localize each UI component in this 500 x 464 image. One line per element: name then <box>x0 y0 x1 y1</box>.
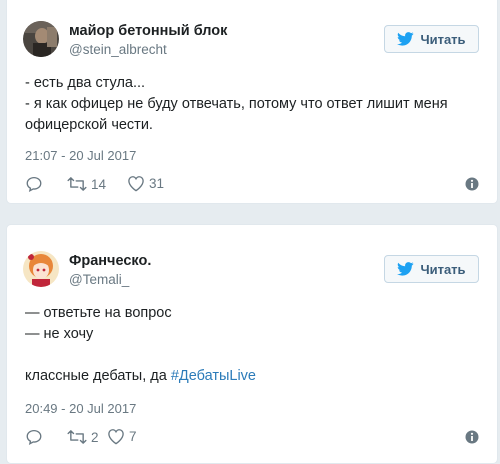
retweet-icon <box>67 177 87 191</box>
twitter-bird-icon <box>397 262 415 276</box>
tweet-text-line: — не хочу <box>25 326 94 342</box>
tweet-text-fragment: классные дебаты, да <box>25 368 171 384</box>
info-button[interactable] <box>465 177 479 196</box>
info-icon <box>465 177 479 191</box>
tweet-text: — ответьте на вопрос — не хочу классные … <box>25 303 479 387</box>
avatar[interactable] <box>23 251 59 287</box>
tweet-text-line: - есть два стула... <box>25 75 146 91</box>
tweet-text-spacer <box>25 345 479 366</box>
reply-button[interactable] <box>25 428 43 446</box>
follow-button[interactable]: Читать <box>384 25 479 53</box>
user-handle[interactable]: @stein_albrecht <box>69 42 167 57</box>
like-count: 7 <box>129 429 137 444</box>
follow-button-label: Читать <box>420 261 466 277</box>
like-button[interactable]: 31 <box>127 175 164 192</box>
heart-icon <box>128 176 144 192</box>
reply-button[interactable] <box>25 175 43 193</box>
reply-icon <box>26 429 42 446</box>
like-count: 31 <box>149 176 165 191</box>
follow-button[interactable]: Читать <box>384 255 479 283</box>
tweet-text-line: — ответьте на вопрос <box>25 305 172 321</box>
avatar[interactable] <box>23 21 59 57</box>
tweet-text: - есть два стула... - я как офицер не бу… <box>25 73 479 136</box>
display-name[interactable]: Франческо. <box>69 253 151 269</box>
tweet-timestamp[interactable]: 21:07 - 20 Jul 2017 <box>25 148 136 163</box>
heart-icon <box>108 429 124 445</box>
tweet-actions: 14 31 <box>25 175 479 195</box>
display-name[interactable]: майор бетонный блок <box>69 23 227 39</box>
retweet-count: 14 <box>91 176 107 192</box>
tweet-card: Франческо. @Temali_ Читать — ответьте на… <box>6 224 498 464</box>
retweet-button[interactable]: 2 <box>67 428 99 446</box>
tweet-timestamp[interactable]: 20:49 - 20 Jul 2017 <box>25 401 136 416</box>
user-handle[interactable]: @Temali_ <box>69 272 129 287</box>
tweet-text-line: классные дебаты, да #ДебатыLive <box>25 366 479 387</box>
tweet-card: майор бетонный блок @stein_albrecht Чита… <box>6 0 498 204</box>
twitter-bird-icon <box>397 32 415 46</box>
retweet-count: 2 <box>91 429 99 445</box>
follow-button-label: Читать <box>420 31 466 47</box>
like-button[interactable]: 7 <box>107 428 137 445</box>
tweet-text-line: - я как офицер не буду отвечать, потому … <box>25 96 448 133</box>
tweet-actions: 2 7 <box>25 428 479 448</box>
reply-icon <box>26 176 42 193</box>
info-icon <box>465 430 479 444</box>
retweet-icon <box>67 430 87 444</box>
retweet-button[interactable]: 14 <box>67 175 106 193</box>
info-button[interactable] <box>465 430 479 449</box>
hashtag-link[interactable]: #ДебатыLive <box>171 368 256 384</box>
